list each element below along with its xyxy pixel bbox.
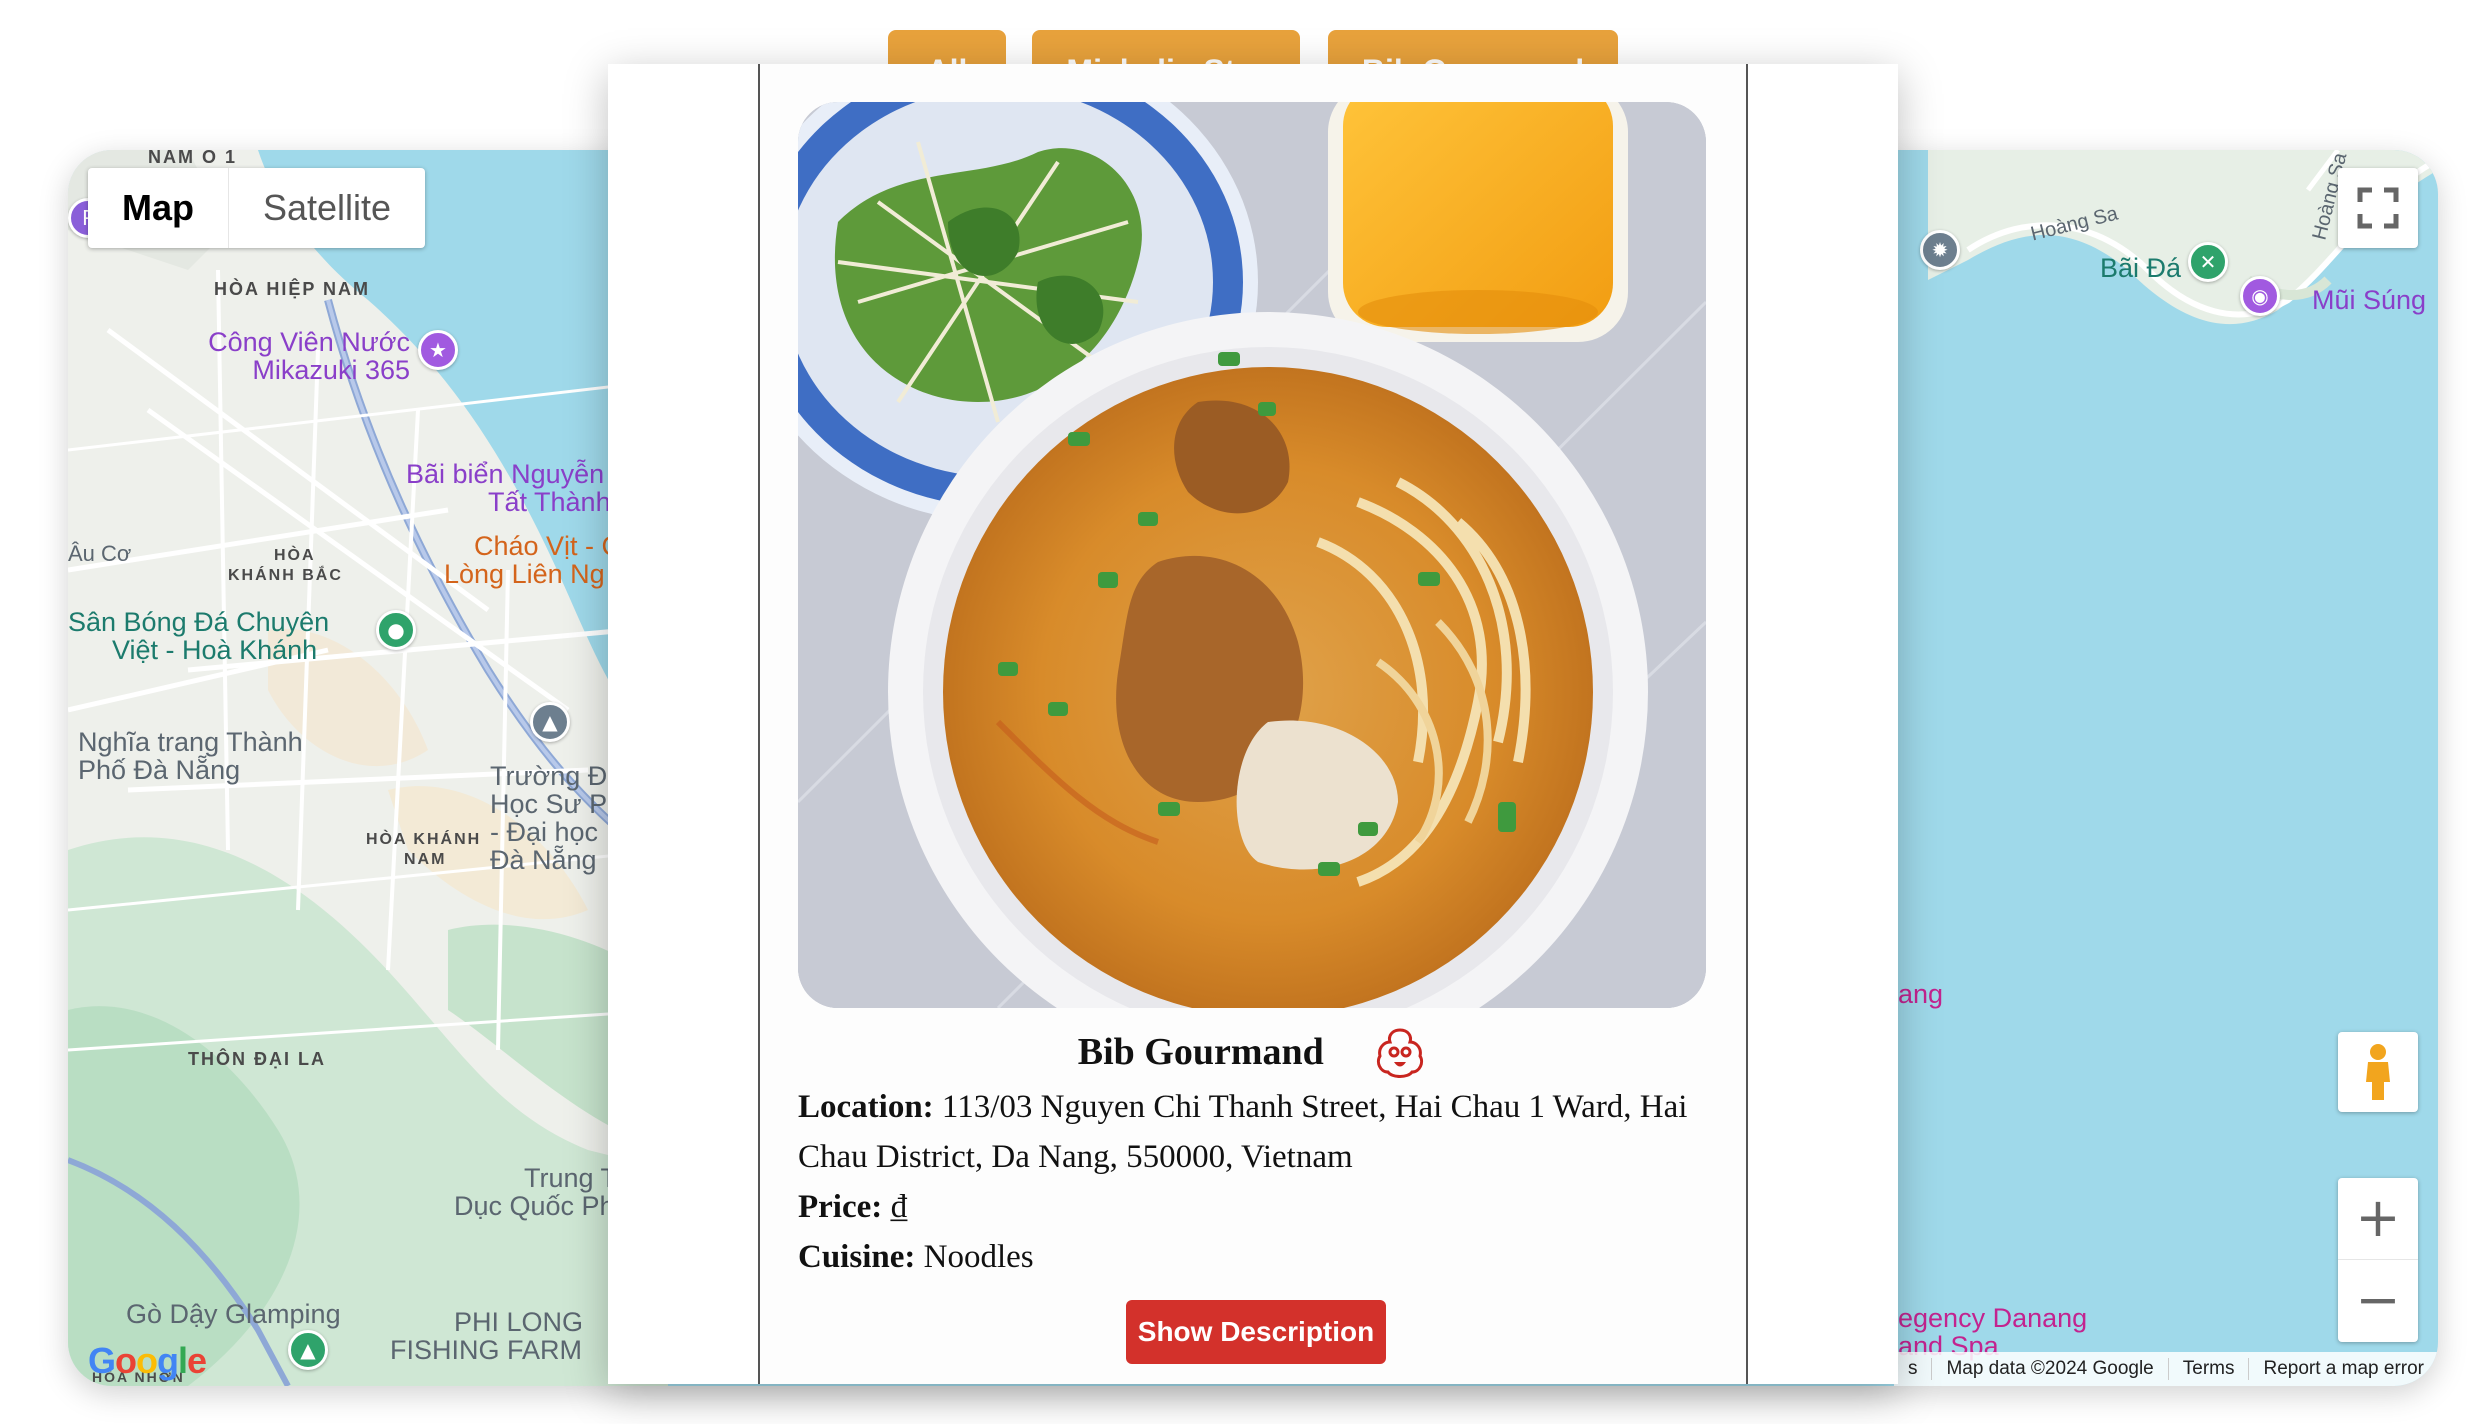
attribution-fragment: s [1907, 1358, 1918, 1379]
map-label: NAM [404, 851, 447, 868]
campground-icon[interactable]: ▲ [288, 1330, 328, 1370]
zoom-in-icon[interactable]: + [2338, 1178, 2418, 1260]
food-photo-image [798, 102, 1706, 1008]
map-label: HÒA [274, 547, 316, 564]
map-label: Học Sư P [490, 789, 608, 819]
map-type-control: Map Satellite [88, 168, 426, 248]
map-label: egency Danang [1898, 1303, 2088, 1333]
map-label: Dục Quốc Ph [454, 1191, 615, 1221]
report-map-error-link[interactable]: Report a map error [2248, 1358, 2438, 1380]
price-label: Price: [798, 1189, 883, 1225]
cuisine-label: Cuisine: [798, 1239, 916, 1275]
terms-link[interactable]: Terms [2167, 1358, 2249, 1380]
stadium-icon[interactable]: ● [376, 610, 416, 650]
map-attribution: s Map data ©2024 Google Terms Report a m… [1893, 1352, 2438, 1386]
map-label: ang [1898, 979, 1944, 1009]
cuisine-value: Noodles [923, 1239, 1034, 1275]
map-label: Mikazuki 365 [252, 355, 410, 385]
price-row: Price: ₫ [798, 1182, 1708, 1232]
map-label: Mũi Súng [2312, 285, 2427, 315]
restaurant-card: Bib Gourmand Location: 113/03 Nguyen Chi… [758, 64, 1748, 1384]
card-title-row: Bib Gourmand [760, 1024, 1746, 1080]
zoom-out-icon[interactable]: − [2338, 1260, 2418, 1342]
water-park-icon[interactable]: ★ [418, 330, 458, 370]
map-label: Lòng Liên Ng [444, 559, 605, 589]
beach-icon[interactable]: ✕ [2188, 242, 2228, 282]
price-value: ₫ [890, 1189, 908, 1225]
map-label: PHI LONG [454, 1307, 584, 1337]
location-row: Location: 113/03 Nguyen Chi Thanh Street… [798, 1082, 1708, 1182]
map-label: KHÁNH BẮC [228, 567, 343, 584]
map-label: Đà Nẵng [490, 845, 597, 875]
map-label: HÒA KHÁNH [366, 831, 482, 848]
card-title: Bib Gourmand [1077, 1031, 1324, 1073]
show-description-button[interactable]: Show Description [1126, 1300, 1386, 1364]
fullscreen-icon [2357, 187, 2399, 229]
map-label: THÔN ĐẠI LA [188, 1049, 326, 1069]
fullscreen-button[interactable] [2338, 168, 2418, 248]
map-type-satellite-button[interactable]: Satellite [229, 168, 425, 248]
map-type-map-button[interactable]: Map [88, 168, 229, 248]
google-logo[interactable]: Google [88, 1340, 207, 1382]
map-label: Việt - Hoà Khánh [112, 635, 318, 665]
map-data-text: Map data ©2024 Google [1931, 1358, 2167, 1380]
school-icon[interactable]: ▲ [530, 702, 570, 742]
map-label: Phố Đà Nẵng [78, 755, 241, 785]
map-label: Bãi Đá [2100, 253, 2182, 283]
gear-poi-icon[interactable]: ✹ [1920, 230, 1960, 270]
michelin-bibendum-icon [1377, 1028, 1424, 1078]
restaurant-modal: Bib Gourmand Location: 113/03 Nguyen Chi… [608, 64, 1898, 1384]
cuisine-row: Cuisine: Noodles [798, 1232, 1708, 1282]
pegman-icon [2366, 1044, 2390, 1100]
map-label: Cháo Vịt - C [474, 531, 622, 561]
map-label: Bãi biển Nguyễn [406, 459, 605, 489]
page: All Michelin Star Bib Gourmand [0, 0, 2490, 1424]
map-label: - Đại học [490, 817, 599, 847]
street-view-button[interactable] [2338, 1032, 2418, 1112]
map-label: Trường Đ [490, 761, 608, 791]
map-label: Gò Dậy Glamping [126, 1299, 341, 1329]
camera-icon[interactable]: ◉ [2240, 276, 2280, 316]
location-label: Location: [798, 1089, 934, 1125]
map-label: Âu Cơ [68, 541, 132, 566]
map-label: NAM Ô 1 [148, 150, 238, 167]
map-label: Sân Bóng Đá Chuyên [68, 607, 330, 637]
zoom-control: + − [2338, 1178, 2418, 1342]
map-label: Tất Thành [488, 487, 611, 517]
restaurant-photo [798, 102, 1706, 1008]
map-label: Nghĩa trang Thành [78, 727, 303, 757]
map-label: FISHING FARM [390, 1335, 583, 1365]
map-label: Công Viên Nước [208, 327, 410, 357]
map-label: HÒA HIỆP NAM [214, 279, 371, 299]
map-label: Trung T [524, 1163, 618, 1193]
